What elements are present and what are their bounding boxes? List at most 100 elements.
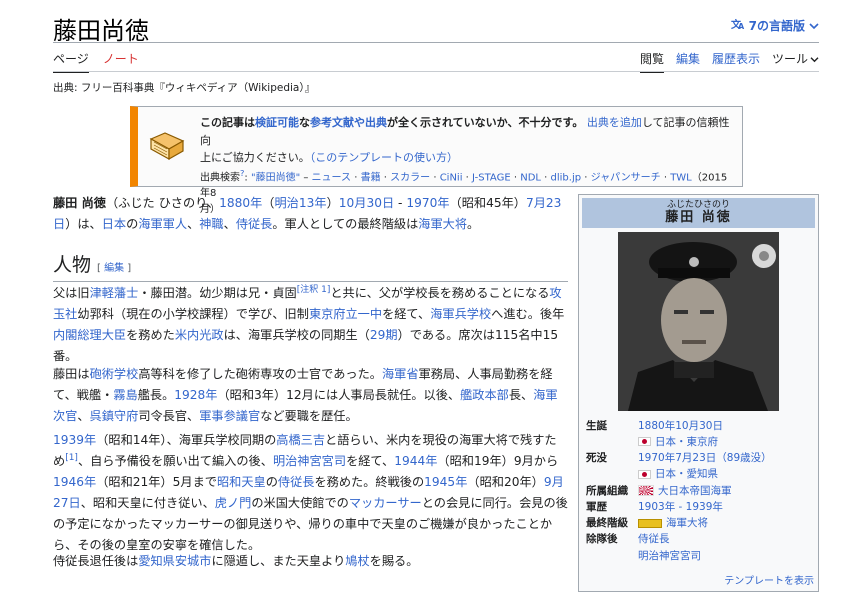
inline-link[interactable]: 霧島 xyxy=(113,388,137,402)
inline-link[interactable]: 昭和天皇 xyxy=(217,475,266,489)
inline-link[interactable]: 海軍兵学校 xyxy=(430,307,491,321)
link-navy-officer[interactable]: 海軍軍人 xyxy=(138,217,187,231)
search-link-scholar[interactable]: スカラー xyxy=(390,172,430,183)
inline-link[interactable]: 1939年 xyxy=(53,433,96,447)
lead-name: 藤田 尚徳 xyxy=(53,196,106,210)
infobox-link[interactable]: 1880年10月30日 xyxy=(638,420,723,432)
inline-link[interactable]: 砲術学校 xyxy=(90,367,139,381)
inline-link[interactable]: 安城市 xyxy=(175,554,212,568)
book-icon xyxy=(148,129,186,165)
paragraph-2: 藤田は砲術学校高等科を修了した砲術専攻の士官であった。海軍省軍務局、人事局勤務を… xyxy=(53,364,568,427)
show-template-link[interactable]: テンプレートを表示 xyxy=(724,572,814,587)
inline-link[interactable]: 海軍省 xyxy=(382,367,419,381)
body-text: を務めた xyxy=(126,328,175,343)
search-link-cinii[interactable]: CiNii xyxy=(440,172,463,183)
ambox-text: この記事は xyxy=(200,116,255,129)
link-grand-chamberlain[interactable]: 侍従長 xyxy=(236,217,273,231)
tab-tools[interactable]: ツール xyxy=(772,50,819,73)
link-admiral[interactable]: 海軍大将 xyxy=(418,217,467,231)
link-japan[interactable]: 日本 xyxy=(102,217,126,231)
search-help-link[interactable]: ? xyxy=(240,168,244,178)
infobox-link[interactable]: 侍従長 xyxy=(638,533,670,545)
inline-link[interactable]: 虎ノ門 xyxy=(215,496,252,510)
inline-link[interactable]: 高橋三吉 xyxy=(276,433,325,447)
lead-text: （ふじた ひさのり、 xyxy=(106,196,220,210)
infobox-link[interactable]: 日本・愛知県 xyxy=(655,468,718,480)
infobox-link[interactable]: 海軍大将 xyxy=(666,517,708,529)
body-text: へ進む。後年 xyxy=(491,307,565,322)
tabs-divider xyxy=(53,71,819,72)
view-tabs: 閲覧 編集 履歴表示 ツール xyxy=(639,50,819,73)
link-birth-day[interactable]: 10月30日 xyxy=(339,196,394,210)
lead-text: 。軍人としての最終階級は xyxy=(272,216,419,231)
inline-link[interactable]: 明治神宮宮司 xyxy=(273,454,346,468)
body-text: 侍従長退任後は xyxy=(53,554,139,568)
footnote-link[interactable]: [注釈 1] xyxy=(297,285,331,295)
inline-link[interactable]: 侍従長 xyxy=(278,475,315,489)
infobox-link[interactable]: 1903年 - 1939年 xyxy=(638,501,723,513)
infobox-key: 死没 xyxy=(586,452,607,465)
inline-link[interactable]: 艦政本部 xyxy=(460,388,509,402)
inline-link[interactable]: 1928年 xyxy=(174,388,217,402)
body-text: は、海軍兵学校の同期生（ xyxy=(223,328,370,343)
inline-link[interactable]: 1945年 xyxy=(424,475,467,489)
link-death-year[interactable]: 1970年 xyxy=(406,196,449,210)
search-label: 出典検索 xyxy=(200,172,240,184)
infobox-link[interactable]: 日本・東京府 xyxy=(655,436,718,448)
intro-paragraph: 藤田 尚徳（ふじた ひさのり、1880年（明治13年）10月30日 - 1970… xyxy=(53,196,562,231)
link-template-usage[interactable]: （このテンプレートの使い方） xyxy=(310,151,458,164)
inline-link[interactable]: 1944年 xyxy=(394,454,437,468)
inline-link[interactable]: 津軽藩士 xyxy=(90,286,139,300)
paragraph-1: 父は旧津軽藩士・藤田潜。幼少期は兄・貞固[注釈 1]と共に、父が学校長を務めるこ… xyxy=(53,283,568,367)
link-verifiable[interactable]: 検証可能 xyxy=(255,116,299,129)
infobox-link[interactable]: 明治神宮宮司 xyxy=(638,550,701,562)
inline-link[interactable]: 29期 xyxy=(370,328,398,342)
infobox-link[interactable]: 大日本帝国海軍 xyxy=(658,485,732,497)
language-button[interactable]: 文A 7の言語版 xyxy=(731,17,819,34)
infobox-link[interactable]: 1970年7月23日（89歳没） xyxy=(638,452,772,464)
inline-link[interactable]: 内閣総理大臣 xyxy=(53,328,126,342)
infobox-name: 藤田 尚徳 xyxy=(665,210,732,225)
title-divider xyxy=(53,42,819,43)
search-link-jstage[interactable]: J-STAGE xyxy=(472,172,511,183)
inline-link[interactable]: 軍事参議官 xyxy=(199,409,260,423)
inline-link[interactable]: 1946年 xyxy=(53,475,96,489)
inline-link[interactable]: 東京府立一中 xyxy=(309,307,382,321)
link-shinto-priest[interactable]: 神職 xyxy=(199,217,223,231)
inline-link[interactable]: マッカーサー xyxy=(349,496,422,510)
lead-text: 、 xyxy=(187,216,200,231)
body-text: 、自ら予備役を願い出て編入の後、 xyxy=(77,454,273,469)
search-link-japansearch[interactable]: ジャパンサーチ xyxy=(591,172,661,183)
search-link-name[interactable]: "藤田尚徳" xyxy=(251,172,300,183)
link-birth-era[interactable]: 明治13年 xyxy=(274,196,326,210)
body-text: 長、 xyxy=(508,387,534,402)
tab-talk[interactable]: ノート xyxy=(103,50,139,73)
namespace-tabs: ページ ノート xyxy=(53,50,139,73)
tab-read[interactable]: 閲覧 xyxy=(639,50,664,73)
search-link-books[interactable]: 書籍 xyxy=(361,172,381,183)
body-text: と共に、父が学校長を務めることになる xyxy=(330,286,550,301)
link-references[interactable]: 参考文献や出典 xyxy=(310,116,387,129)
link-add-source[interactable]: 出典を追加 xyxy=(587,116,642,129)
inline-link[interactable]: 鳩杖 xyxy=(345,554,369,568)
inline-link[interactable]: 愛知県 xyxy=(138,554,175,568)
link-birth-year[interactable]: 1880年 xyxy=(219,196,262,210)
footnote-link[interactable]: [1] xyxy=(65,453,78,463)
search-link-twl[interactable]: TWL xyxy=(670,172,692,183)
body-text: を賜る。 xyxy=(369,554,419,568)
search-link-news[interactable]: ニュース xyxy=(312,172,352,183)
portrait-photo[interactable] xyxy=(618,231,779,411)
section-edit-link[interactable]: 編集 xyxy=(104,263,124,274)
tools-label: ツール xyxy=(771,52,808,66)
link-death-day[interactable]: 7月23 xyxy=(526,196,561,210)
tab-history[interactable]: 履歴表示 xyxy=(712,50,760,73)
search-link-ndl[interactable]: NDL xyxy=(520,172,541,183)
tab-edit[interactable]: 編集 xyxy=(676,50,700,73)
tab-page[interactable]: ページ xyxy=(53,50,89,73)
inline-link[interactable]: 米内光政 xyxy=(175,328,224,342)
infobox-ruby: ふじたひさのり xyxy=(666,200,730,210)
link-death-day[interactable]: 日 xyxy=(53,217,65,231)
inline-link[interactable]: 呉鎮守府 xyxy=(90,409,139,423)
infobox-row: 最終階級 海軍大将 xyxy=(582,515,815,531)
search-link-dlib[interactable]: dlib.jp xyxy=(551,172,582,183)
